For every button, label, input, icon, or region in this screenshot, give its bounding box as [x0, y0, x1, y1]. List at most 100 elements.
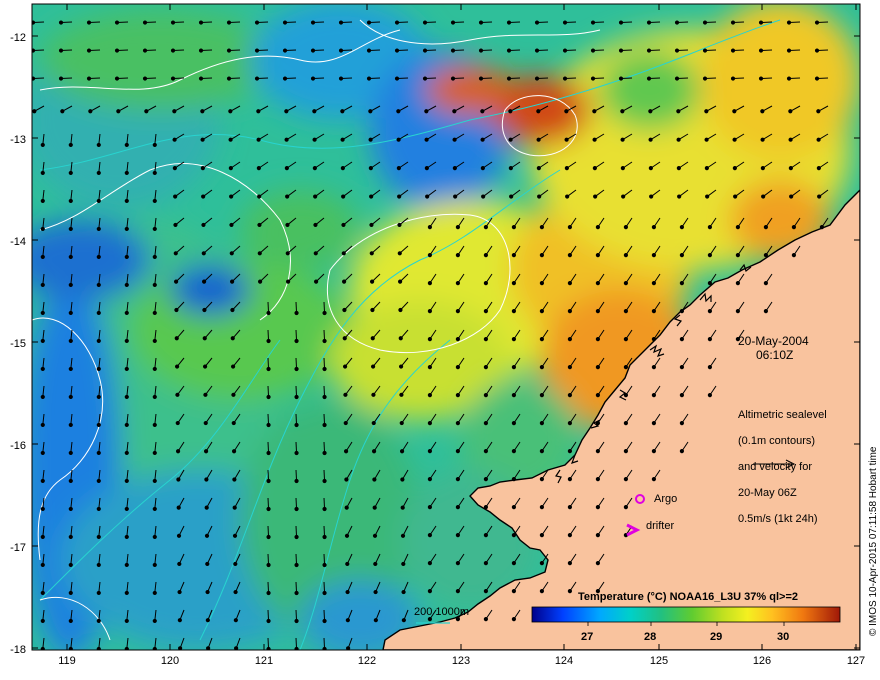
- velocity-arrow-head: [450, 76, 456, 81]
- velocity-arrow-head: [623, 393, 628, 398]
- lon-label: 124: [554, 655, 574, 667]
- velocity-arrow-head: [648, 109, 653, 114]
- velocity-arrow-head: [142, 20, 148, 25]
- velocity-arrow-head: [400, 477, 405, 482]
- velocity-arrow-head: [370, 336, 375, 341]
- velocity-arrow-head: [511, 477, 516, 482]
- velocity-arrow-head: [427, 365, 432, 370]
- velocity-arrow-head: [124, 506, 129, 512]
- velocity-arrow-head: [370, 307, 375, 313]
- velocity-arrow-head: [322, 394, 327, 400]
- velocity-arrow-head: [369, 279, 375, 284]
- velocity-arrow-head: [266, 478, 271, 484]
- velocity-arrow-head: [679, 281, 684, 286]
- velocity-arrow-head: [172, 137, 177, 142]
- velocity-arrow-head: [707, 281, 712, 286]
- velocity-arrow-head: [322, 450, 327, 456]
- velocity-arrow-head: [230, 307, 235, 313]
- velocity-arrow-head: [677, 194, 682, 199]
- velocity-arrow-head: [86, 48, 92, 53]
- velocity-arrow-head: [233, 589, 238, 595]
- velocity-arrow-head: [733, 194, 738, 199]
- velocity-arrow-head: [152, 142, 157, 148]
- velocity-arrow-head: [40, 422, 45, 428]
- velocity-arrow-head: [152, 338, 157, 344]
- velocity-arrow-head: [86, 20, 92, 25]
- velocity-arrow-head: [595, 533, 600, 538]
- velocity-arrow-head: [96, 338, 101, 344]
- velocity-arrow-head: [567, 309, 572, 314]
- velocity-arrow-head: [539, 589, 544, 594]
- lon-label: 122: [357, 655, 377, 667]
- velocity-arrow-head: [68, 506, 73, 512]
- velocity-arrow-head: [152, 478, 157, 484]
- velocity-arrow-head: [368, 166, 373, 171]
- velocity-arrow-head: [40, 394, 45, 400]
- velocity-arrow-head: [427, 589, 432, 594]
- velocity-arrow-head: [172, 109, 177, 114]
- velocity-arrow-head: [322, 366, 327, 372]
- velocity-arrow-head: [539, 309, 544, 314]
- velocity-arrow-head: [144, 109, 149, 114]
- velocity-arrow-head: [651, 477, 656, 482]
- velocity-arrow-head: [341, 251, 346, 256]
- velocity-arrow-head: [674, 20, 680, 25]
- velocity-arrow-head: [676, 137, 681, 142]
- velocity-arrow-head: [198, 48, 204, 53]
- velocity-arrow-head: [401, 618, 406, 623]
- velocity-arrow-head: [788, 109, 793, 114]
- velocity-arrow-head: [511, 309, 516, 314]
- velocity-arrow-head: [230, 364, 236, 369]
- velocity-arrow-head: [399, 392, 404, 397]
- velocity-arrow-head: [816, 137, 821, 142]
- velocity-arrow-head: [68, 254, 73, 260]
- velocity-arrow-head: [483, 505, 488, 510]
- velocity-arrow-head: [68, 478, 73, 484]
- velocity-arrow-head: [651, 281, 656, 286]
- velocity-arrow-head: [455, 337, 460, 342]
- velocity-arrow-head: [68, 590, 73, 596]
- velocity-arrow-head: [539, 449, 544, 454]
- velocity-arrow-head: [342, 364, 348, 369]
- velocity-arrow-head: [373, 589, 378, 595]
- velocity-arrow-head: [732, 137, 737, 142]
- velocity-arrow-head: [366, 76, 372, 81]
- velocity-arrow-head: [206, 646, 211, 650]
- velocity-arrow-head: [704, 137, 709, 142]
- velocity-arrow-head: [592, 166, 597, 171]
- velocity-arrow-head: [562, 20, 568, 25]
- velocity-arrow-head: [284, 137, 289, 142]
- velocity-arrow-head: [266, 394, 271, 400]
- velocity-arrow-head: [483, 533, 488, 538]
- velocity-arrow-head: [177, 589, 182, 595]
- velocity-arrow-head: [366, 20, 372, 25]
- velocity-arrow-head: [68, 422, 73, 428]
- velocity-arrow-head: [96, 226, 101, 232]
- velocity-arrow-head: [172, 166, 177, 171]
- velocity-arrow-head: [114, 20, 120, 25]
- velocity-arrow-head: [124, 282, 129, 288]
- velocity-arrow-head: [96, 562, 101, 568]
- velocity-arrow-head: [508, 166, 513, 171]
- velocity-arrow-head: [704, 166, 709, 171]
- velocity-arrow-head: [452, 166, 457, 171]
- velocity-arrow-head: [676, 166, 681, 171]
- velocity-arrow-head: [511, 393, 516, 398]
- velocity-arrow-head: [511, 505, 516, 510]
- velocity-arrow-head: [621, 194, 626, 199]
- velocity-arrow-head: [424, 137, 429, 142]
- velocity-arrow-head: [674, 48, 680, 53]
- velocity-arrow-head: [508, 109, 513, 114]
- velocity-arrow-head: [342, 307, 347, 313]
- velocity-arrow-head: [707, 309, 712, 314]
- velocity-arrow-head: [511, 421, 516, 426]
- velocity-arrow-head: [483, 281, 488, 286]
- velocity-arrow-head: [201, 194, 206, 199]
- velocity-arrow-head: [679, 393, 684, 398]
- velocity-arrow-head: [480, 109, 485, 114]
- velocity-arrow-head: [254, 48, 260, 53]
- velocity-arrow-head: [702, 76, 708, 81]
- velocity-arrow-head: [506, 48, 512, 53]
- velocity-arrow-head: [282, 76, 288, 81]
- velocity-arrow-head: [567, 253, 572, 258]
